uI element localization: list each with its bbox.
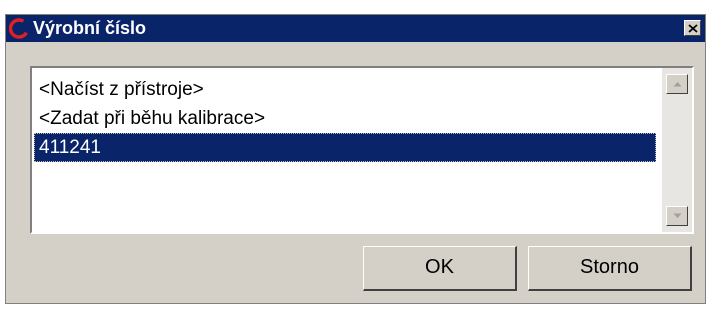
close-icon — [688, 24, 698, 33]
app-logo-icon — [8, 18, 30, 39]
list-item-enter-during-calibration[interactable]: <Zadat při běhu kalibrace> — [34, 104, 656, 133]
serial-number-list[interactable]: <Načíst z přístroje> <Zadat při běhu kal… — [30, 66, 694, 234]
vertical-scrollbar[interactable] — [662, 68, 692, 232]
scroll-up-arrow-icon — [673, 82, 682, 87]
list-item-read-from-device[interactable]: <Načíst z přístroje> — [34, 75, 656, 104]
scroll-up-button[interactable] — [666, 74, 688, 94]
scroll-down-button[interactable] — [666, 206, 688, 226]
window-title: Výrobní číslo — [33, 18, 147, 38]
scroll-down-arrow-icon — [673, 213, 682, 218]
ok-button[interactable]: OK — [363, 246, 517, 291]
close-button[interactable] — [684, 20, 701, 36]
title-bar[interactable]: Výrobní číslo — [6, 15, 705, 42]
list-items: <Načíst z přístroje> <Zadat při běhu kal… — [34, 75, 656, 162]
list-item-serial-411241[interactable]: 411241 — [34, 133, 656, 162]
cancel-button[interactable]: Storno — [528, 246, 692, 291]
serial-number-dialog: Výrobní číslo <Načíst z přístroje> <Zada… — [5, 14, 706, 304]
